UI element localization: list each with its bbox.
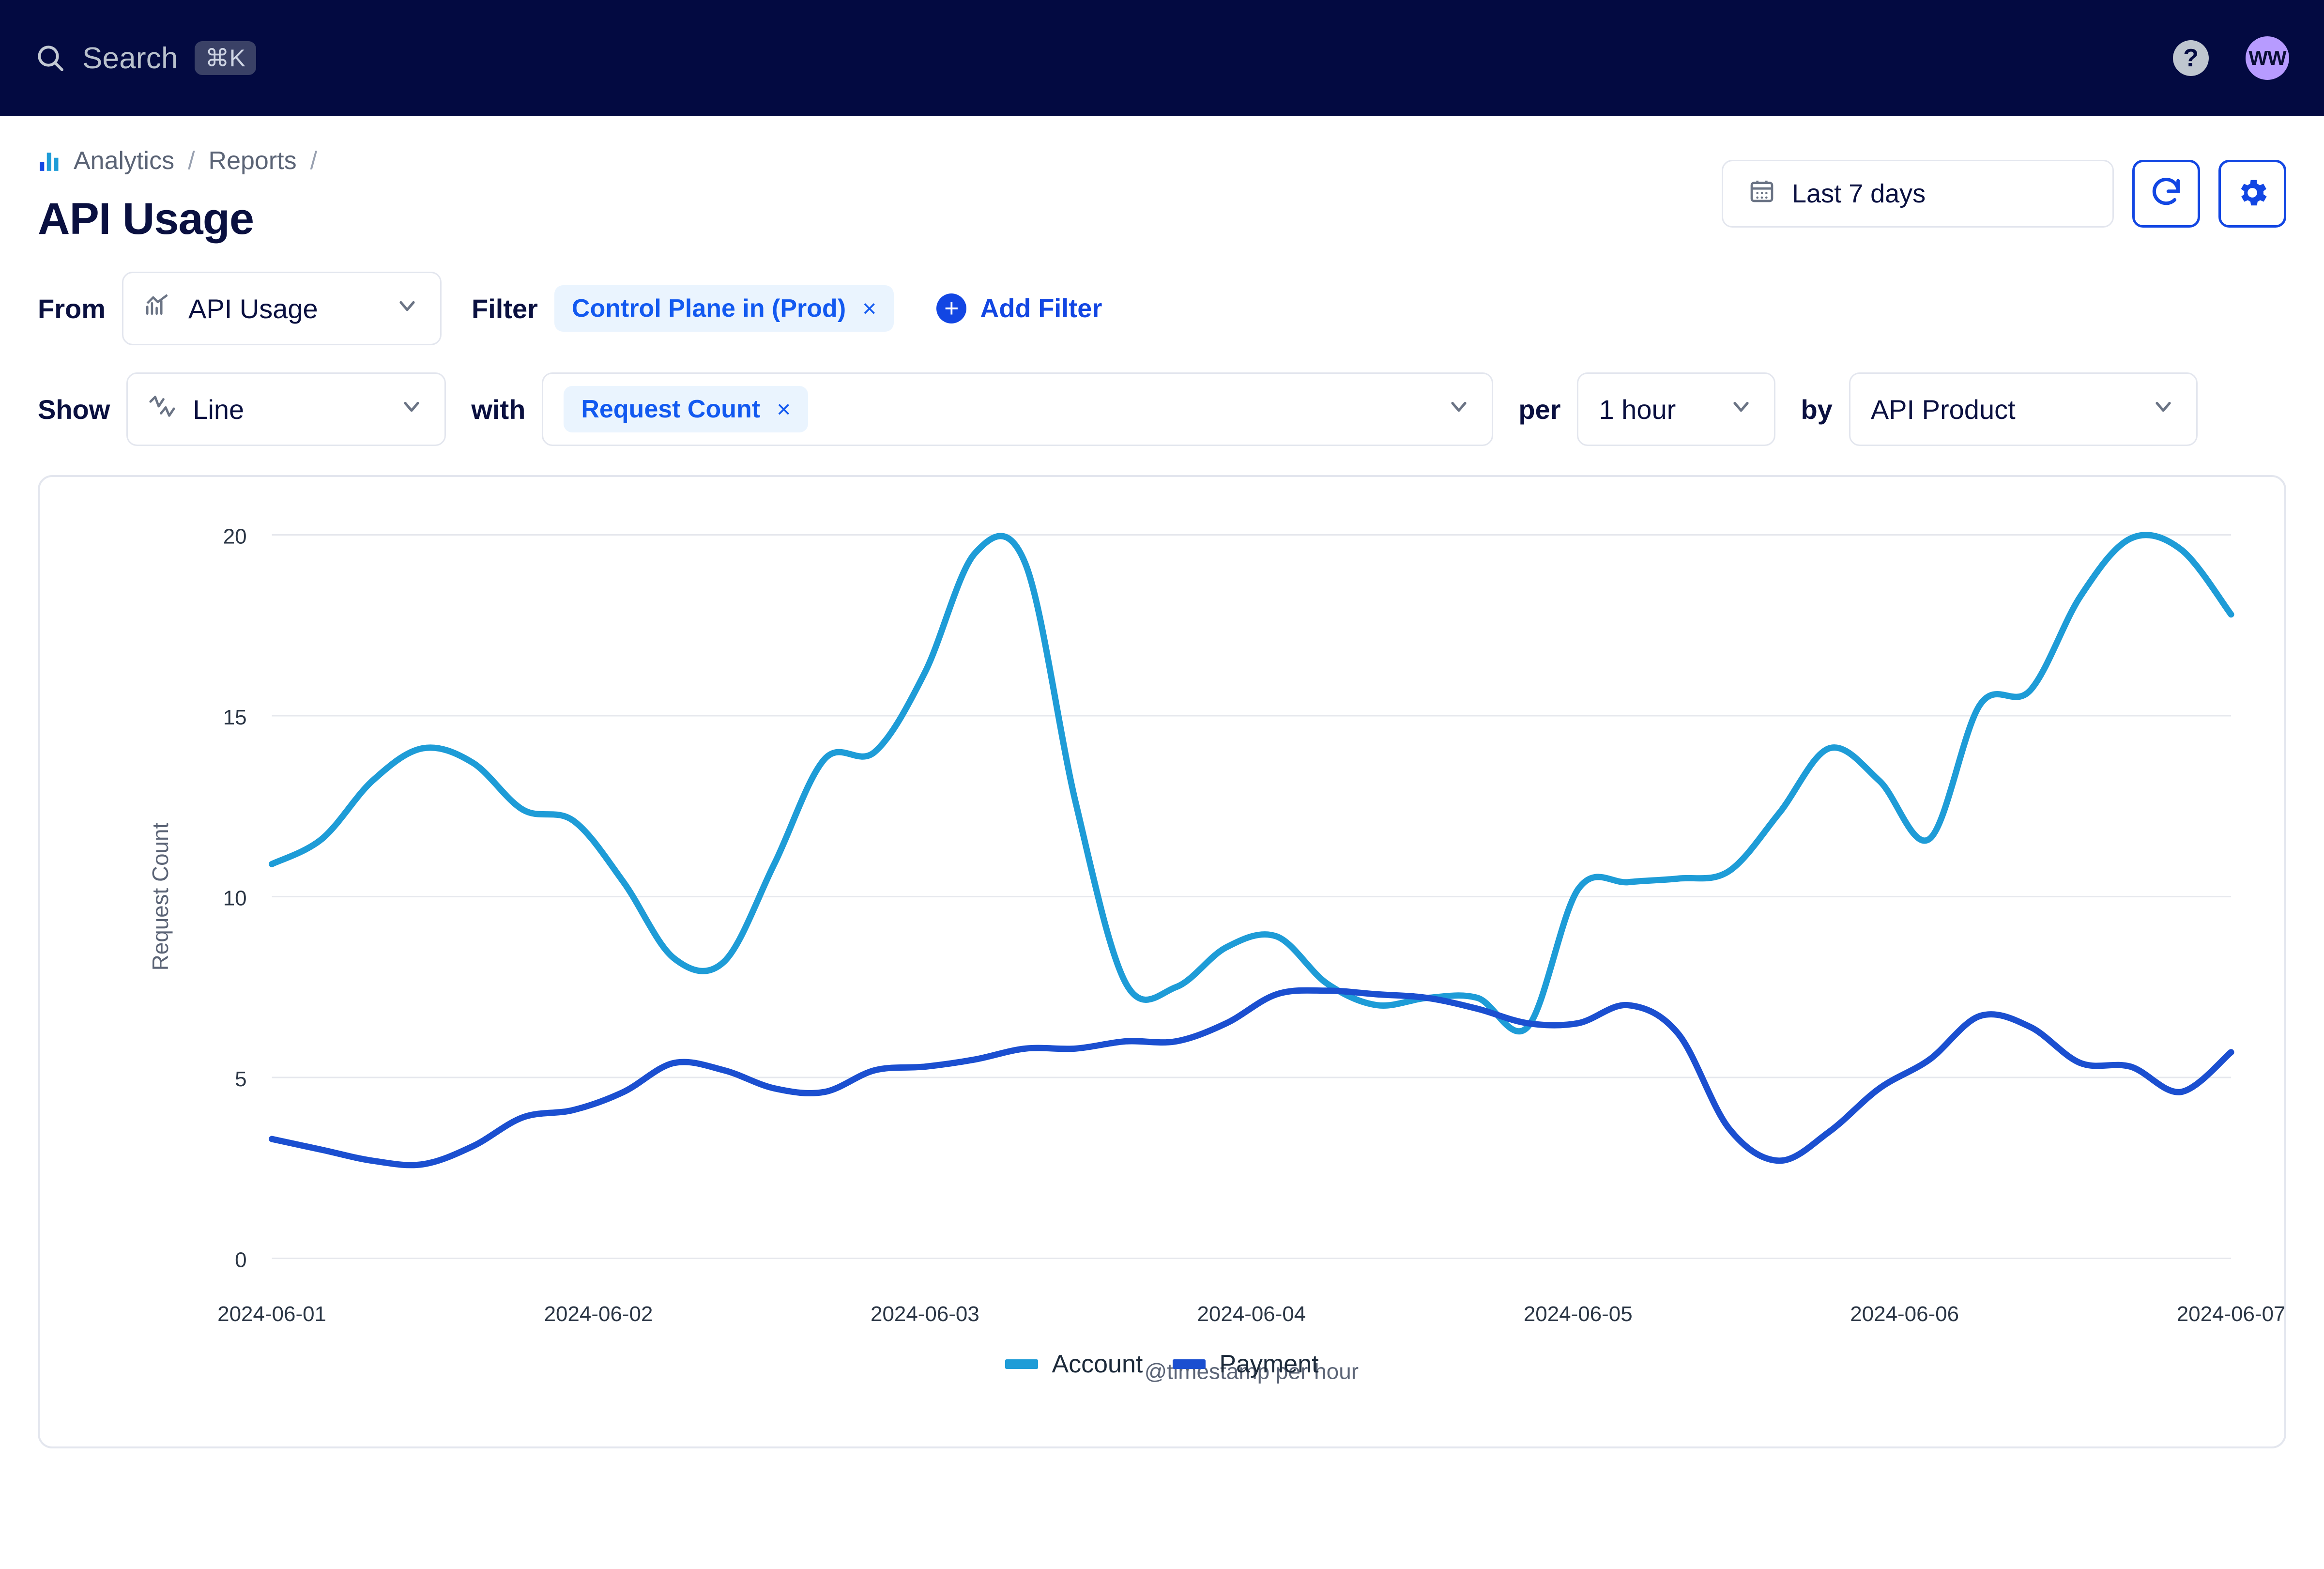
breadcrumb-item-analytics[interactable]: Analytics bbox=[74, 146, 174, 175]
chart-line-icon bbox=[144, 292, 172, 326]
legend-label: Account bbox=[1052, 1350, 1143, 1378]
add-filter-button[interactable]: + Add Filter bbox=[936, 293, 1102, 323]
by-label: by bbox=[1801, 394, 1833, 425]
topnav-actions: ? WW bbox=[2173, 36, 2289, 80]
y-axis-tick: 5 bbox=[235, 1067, 246, 1091]
y-axis-tick: 20 bbox=[223, 525, 247, 549]
visualization-type-value: Line bbox=[193, 394, 245, 425]
filter-chip-label: Control Plane in (Prod) bbox=[571, 294, 846, 323]
gear-icon bbox=[2234, 175, 2270, 213]
from-dataset-select[interactable]: API Usage bbox=[122, 272, 442, 345]
chevron-down-icon bbox=[399, 394, 424, 425]
group-by-select[interactable]: API Product bbox=[1849, 372, 2198, 446]
legend-item-payment[interactable]: Payment bbox=[1173, 1350, 1319, 1379]
legend-item-account[interactable]: Account bbox=[1005, 1350, 1143, 1379]
refresh-button[interactable] bbox=[2132, 160, 2200, 228]
close-icon[interactable]: × bbox=[862, 294, 876, 323]
x-axis-tick: 2024-06-05 bbox=[1524, 1302, 1633, 1326]
chevron-down-icon bbox=[1446, 394, 1471, 425]
calendar-icon bbox=[1748, 177, 1775, 211]
visualization-type-select[interactable]: Line bbox=[126, 372, 446, 446]
plus-icon: + bbox=[936, 293, 967, 323]
filter-label: Filter bbox=[472, 293, 538, 324]
search-shortcut-badge: ⌘K bbox=[194, 41, 257, 75]
add-filter-label: Add Filter bbox=[980, 294, 1102, 323]
from-dataset-value: API Usage bbox=[188, 293, 318, 324]
legend-swatch bbox=[1005, 1359, 1039, 1369]
group-by-value: API Product bbox=[1870, 394, 2016, 425]
chart-legend: Account Payment bbox=[40, 1350, 2284, 1379]
filter-chip[interactable]: Control Plane in (Prod) × bbox=[554, 285, 894, 332]
page-body: Analytics / Reports / API Usage Last 7 d… bbox=[0, 116, 2324, 1448]
help-icon[interactable]: ? bbox=[2173, 40, 2209, 76]
show-label: Show bbox=[38, 394, 110, 425]
date-range-value: Last 7 days bbox=[1792, 179, 1926, 208]
breadcrumb-separator: / bbox=[188, 147, 195, 175]
global-search[interactable]: Search ⌘K bbox=[35, 41, 257, 76]
chevron-down-icon bbox=[1728, 394, 1754, 425]
query-row-show: Show Line with Request Count × per 1 hou… bbox=[38, 372, 2286, 446]
page-title: API Usage bbox=[38, 194, 254, 244]
y-axis-tick: 0 bbox=[235, 1248, 246, 1272]
x-axis-tick: 2024-06-07 bbox=[2177, 1302, 2284, 1326]
bar-chart-icon bbox=[38, 149, 62, 173]
per-label: per bbox=[1518, 394, 1561, 425]
from-label: From bbox=[38, 293, 106, 324]
line-chart[interactable]: 0 5 10 15 20 Request Count 2024-06-01 2024-06-0… bbox=[40, 477, 2284, 1446]
chevron-down-icon bbox=[2151, 394, 2176, 425]
close-icon[interactable]: × bbox=[777, 395, 791, 423]
avatar[interactable]: WW bbox=[2246, 36, 2289, 80]
breadcrumb: Analytics / Reports / bbox=[38, 146, 319, 175]
interval-value: 1 hour bbox=[1599, 394, 1676, 425]
metrics-select[interactable]: Request Count × bbox=[542, 372, 1494, 446]
x-axis-tick: 2024-06-01 bbox=[217, 1302, 326, 1326]
chart-card: 0 5 10 15 20 Request Count 2024-06-01 2024-06-0… bbox=[38, 475, 2286, 1448]
refresh-icon bbox=[2148, 175, 2184, 213]
y-axis-tick: 10 bbox=[223, 887, 247, 910]
x-axis-tick: 2024-06-03 bbox=[871, 1302, 979, 1326]
x-axis-tick: 2024-06-02 bbox=[544, 1302, 653, 1326]
x-axis-tick: 2024-06-04 bbox=[1197, 1302, 1306, 1326]
query-row-from: From API Usage Filter Control Plane in (… bbox=[38, 272, 2286, 345]
series-line-account[interactable] bbox=[269, 532, 2234, 1034]
x-axis-tick: 2024-06-06 bbox=[1850, 1302, 1959, 1326]
line-chart-icon bbox=[148, 392, 176, 427]
y-axis-tick: 15 bbox=[223, 706, 247, 729]
with-label: with bbox=[471, 394, 526, 425]
search-icon bbox=[35, 43, 66, 74]
page-header-left: Analytics / Reports / API Usage bbox=[38, 146, 319, 245]
metric-chip-label: Request Count bbox=[581, 395, 761, 423]
settings-button[interactable] bbox=[2218, 160, 2286, 228]
page-header: Analytics / Reports / API Usage Last 7 d… bbox=[38, 116, 2286, 245]
y-axis-title: Request Count bbox=[148, 823, 173, 971]
page-header-actions: Last 7 days bbox=[1722, 146, 2286, 228]
search-placeholder-label: Search bbox=[82, 41, 178, 75]
date-range-picker[interactable]: Last 7 days bbox=[1722, 160, 2114, 228]
top-navigation-bar: Search ⌘K ? WW bbox=[0, 0, 2324, 116]
breadcrumb-item-reports[interactable]: Reports bbox=[209, 146, 297, 175]
chevron-down-icon bbox=[395, 293, 420, 324]
breadcrumb-separator-2: / bbox=[310, 147, 318, 175]
metric-chip[interactable]: Request Count × bbox=[564, 386, 809, 432]
interval-select[interactable]: 1 hour bbox=[1577, 372, 1776, 446]
legend-label: Payment bbox=[1219, 1350, 1319, 1378]
legend-swatch bbox=[1173, 1359, 1206, 1369]
